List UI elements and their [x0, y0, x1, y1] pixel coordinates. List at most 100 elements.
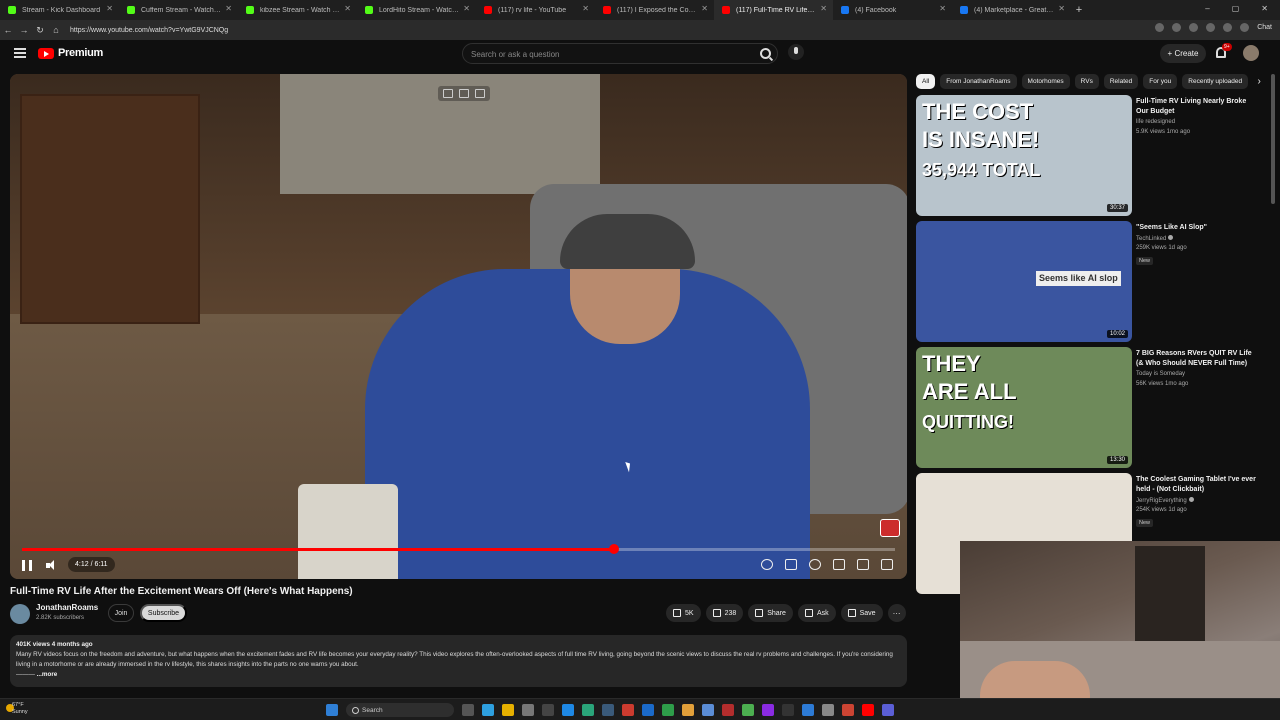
recommendation-thumbnail[interactable]: THE COST IS INSANE! 35,944 TOTAL 30:37: [916, 95, 1132, 216]
tab-close-icon[interactable]: ✕: [701, 4, 708, 13]
browser-tab[interactable]: Stream - Kick Dashboard ✕: [0, 0, 119, 20]
taskbar-search[interactable]: Search: [346, 703, 454, 717]
app-icon[interactable]: [822, 704, 834, 716]
save-button[interactable]: Save: [840, 604, 883, 622]
mic-icon[interactable]: [788, 44, 804, 60]
like-button[interactable]: 5K: [666, 604, 701, 622]
app-icon[interactable]: [762, 704, 774, 716]
url-field[interactable]: https://www.youtube.com/watch?v=YwtG9VJC…: [70, 27, 228, 34]
channel-name[interactable]: JonathanRoams: [36, 603, 98, 612]
ask-button[interactable]: Ask: [797, 604, 836, 622]
recommendation-channel[interactable]: life redesigned: [1136, 119, 1175, 125]
task-view-icon[interactable]: [462, 704, 474, 716]
tab-close-icon[interactable]: ✕: [106, 4, 113, 13]
start-icon[interactable]: [326, 704, 338, 716]
extension-icon[interactable]: [1206, 23, 1216, 32]
new-tab-button[interactable]: +: [1071, 4, 1087, 16]
chips-next-icon[interactable]: ›: [1253, 76, 1265, 87]
app-icon[interactable]: [802, 704, 814, 716]
filter-chip[interactable]: Motorhomes: [1021, 74, 1070, 89]
browser-tab[interactable]: (117) rv life - YouTube ✕: [476, 0, 595, 20]
chrome-icon[interactable]: [582, 704, 594, 716]
menu-icon[interactable]: [14, 48, 26, 58]
chat-button[interactable]: Chat: [1257, 24, 1272, 31]
terminal-icon[interactable]: [542, 704, 554, 716]
tab-close-icon[interactable]: ✕: [939, 4, 946, 13]
app-icon[interactable]: [602, 704, 614, 716]
xbox-icon[interactable]: [742, 704, 754, 716]
settings-icon[interactable]: [475, 89, 485, 98]
progress-scrubber[interactable]: [608, 544, 619, 554]
fullscreen-icon[interactable]: [881, 559, 893, 570]
recommendation-item[interactable]: THEY ARE ALL QUITTING! 13:30 7 BIG Reasons R…: [916, 347, 1266, 470]
browser-tab[interactable]: (4) Marketplace - Great Condition ✕: [952, 0, 1071, 20]
filter-chip[interactable]: For you: [1143, 74, 1178, 89]
dislike-button[interactable]: 238: [705, 604, 744, 622]
recommendation-channel[interactable]: JerryRigEverything: [1136, 497, 1194, 504]
channel-watermark[interactable]: [880, 519, 900, 537]
filter-chip[interactable]: Recently uploaded: [1182, 74, 1249, 89]
app-icon[interactable]: [562, 704, 574, 716]
home-icon[interactable]: ⌂: [48, 25, 64, 35]
more-actions-button[interactable]: ···: [887, 604, 906, 622]
file-explorer-icon[interactable]: [502, 704, 514, 716]
recommendation-title[interactable]: "Seems Like AI Slop": [1136, 223, 1258, 233]
cast-icon[interactable]: [857, 559, 869, 570]
app-icon[interactable]: [622, 704, 634, 716]
recommendation-item[interactable]: Seems like AI slop 10:02 "Seems Like AI Sl…: [916, 221, 1266, 344]
recommendation-channel[interactable]: TechLinked: [1136, 235, 1174, 242]
tab-close-icon[interactable]: ✕: [344, 4, 351, 13]
store-icon[interactable]: [522, 704, 534, 716]
browser-tab[interactable]: (117) Full-Time RV Life After the ✕: [714, 0, 833, 20]
extension-icon[interactable]: [1189, 23, 1199, 32]
browser-tab[interactable]: Cuffem Stream - Watch Live on Kick ✕: [119, 0, 238, 20]
volume-icon[interactable]: [46, 560, 57, 571]
youtube-icon[interactable]: [862, 704, 874, 716]
recommendation-item[interactable]: THE COST IS INSANE! 35,944 TOTAL 30:37 Full-…: [916, 95, 1266, 218]
extension-icon[interactable]: [1155, 23, 1165, 32]
account-avatar[interactable]: [1243, 45, 1259, 61]
tab-close-icon[interactable]: ✕: [582, 4, 589, 13]
app-icon[interactable]: [682, 704, 694, 716]
browser-tab[interactable]: (4) Facebook ✕: [833, 0, 952, 20]
recommendation-title[interactable]: Full-Time RV Living Nearly Broke Our Bud…: [1136, 97, 1258, 117]
settings-gear-icon[interactable]: [809, 559, 821, 570]
filter-chip[interactable]: All: [916, 74, 936, 89]
tab-close-icon[interactable]: ✕: [820, 4, 827, 13]
search-input[interactable]: [463, 45, 743, 64]
create-button[interactable]: + Create: [1160, 44, 1206, 63]
recommendation-channel[interactable]: Today is Someday: [1136, 371, 1185, 377]
app-icon[interactable]: [662, 704, 674, 716]
youtube-logo[interactable]: Premium: [38, 47, 103, 59]
filter-chip[interactable]: From JonathanRoams: [940, 74, 1017, 89]
recommendation-thumbnail[interactable]: THEY ARE ALL QUITTING! 13:30: [916, 347, 1132, 468]
search-icon[interactable]: [760, 48, 771, 59]
share-button[interactable]: Share: [748, 604, 793, 622]
back-icon[interactable]: ←: [0, 25, 16, 35]
forward-icon[interactable]: →: [16, 25, 32, 35]
progress-bar[interactable]: [22, 544, 895, 554]
browser-tab[interactable]: kibzee Stream - Watch Live on Kick ✕: [238, 0, 357, 20]
window-close-button[interactable]: ✕: [1261, 4, 1268, 13]
tab-close-icon[interactable]: ✕: [463, 4, 470, 13]
app-icon[interactable]: [782, 704, 794, 716]
recommendation-title[interactable]: The Coolest Gaming Tablet I've ever held…: [1136, 475, 1258, 495]
tab-close-icon[interactable]: ✕: [1058, 4, 1065, 13]
window-maximize-button[interactable]: ▢: [1232, 4, 1240, 13]
app-icon[interactable]: [882, 704, 894, 716]
steam-icon[interactable]: [642, 704, 654, 716]
extension-icon[interactable]: [1223, 23, 1233, 32]
window-minimize-button[interactable]: –: [1205, 4, 1209, 13]
app-icon[interactable]: [842, 704, 854, 716]
subscribe-button[interactable]: Subscribe: [140, 604, 187, 622]
pause-icon[interactable]: [22, 560, 32, 571]
miniplayer-icon[interactable]: [833, 559, 845, 570]
recommendation-thumbnail[interactable]: Seems like AI slop 10:02: [916, 221, 1132, 342]
browser-tab[interactable]: (117) I Exposed the Company Spy ✕: [595, 0, 714, 20]
filter-chip[interactable]: Related: [1103, 74, 1139, 89]
join-button[interactable]: Join: [108, 604, 134, 622]
picture-in-picture-icon[interactable]: [443, 89, 453, 98]
filter-chip[interactable]: RVs: [1074, 74, 1099, 89]
recommendation-title[interactable]: 7 BIG Reasons RVers QUIT RV Life (& Who …: [1136, 349, 1258, 369]
copy-icon[interactable]: [459, 89, 469, 98]
